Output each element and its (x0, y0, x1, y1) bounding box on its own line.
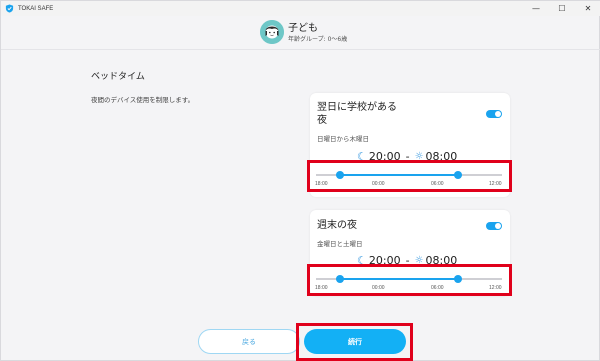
tick-label: 06:00 (431, 181, 444, 187)
section-title: ベッドタイム (91, 72, 145, 82)
weekend-toggle[interactable] (486, 222, 502, 230)
card-title-line1: 翌日に学校がある (317, 102, 397, 113)
slider-range (339, 278, 457, 280)
tick-label: 12:00 (489, 181, 502, 187)
slider-end-thumb[interactable] (454, 171, 462, 179)
toggle-knob (495, 223, 501, 229)
tick-label: 00:00 (372, 181, 385, 187)
tick-label: 18:00 (315, 181, 328, 187)
slider-start-thumb[interactable] (336, 171, 344, 179)
window-title: TOKAI SAFE (18, 5, 54, 12)
card-subtitle: 日曜日から木曜日 (317, 135, 369, 143)
card-subtitle: 金曜日と土曜日 (317, 240, 363, 248)
minimize-button[interactable]: — (523, 1, 549, 16)
slider-range (339, 174, 457, 176)
window-controls: — ☐ ✕ (523, 1, 600, 16)
app-window: TOKAI SAFE — ☐ ✕ 子ども 年齢グループ: 0～6歳 ベッドタイム… (0, 0, 600, 361)
continue-button[interactable]: 続行 (304, 329, 406, 354)
close-button[interactable]: ✕ (575, 1, 600, 16)
tick-label: 12:00 (489, 285, 502, 291)
card-title-line2: 夜 (317, 115, 327, 126)
tick-label: 00:00 (372, 285, 385, 291)
toggle-knob (495, 111, 501, 117)
maximize-button[interactable]: ☐ (549, 1, 575, 16)
shield-icon (5, 4, 14, 13)
profile-age-group: 年齢グループ: 0～6歳 (288, 36, 348, 43)
profile-name: 子ども (288, 23, 318, 34)
child-avatar-icon (260, 20, 284, 44)
slider-end-thumb[interactable] (454, 275, 462, 283)
card-title: 週末の夜 (317, 220, 357, 231)
slider-start-thumb[interactable] (336, 275, 344, 283)
tick-label: 18:00 (315, 285, 328, 291)
schoolnight-toggle[interactable] (486, 110, 502, 118)
profile-header: 子ども 年齢グループ: 0～6歳 (1, 16, 600, 50)
back-button[interactable]: 戻る (198, 329, 300, 354)
title-bar: TOKAI SAFE — ☐ ✕ (1, 1, 600, 16)
card-title: 翌日に学校がある 夜 (317, 101, 397, 127)
section-description: 夜間のデバイス使用を制限します。 (91, 96, 195, 104)
tick-label: 06:00 (431, 285, 444, 291)
avatar (260, 20, 284, 44)
